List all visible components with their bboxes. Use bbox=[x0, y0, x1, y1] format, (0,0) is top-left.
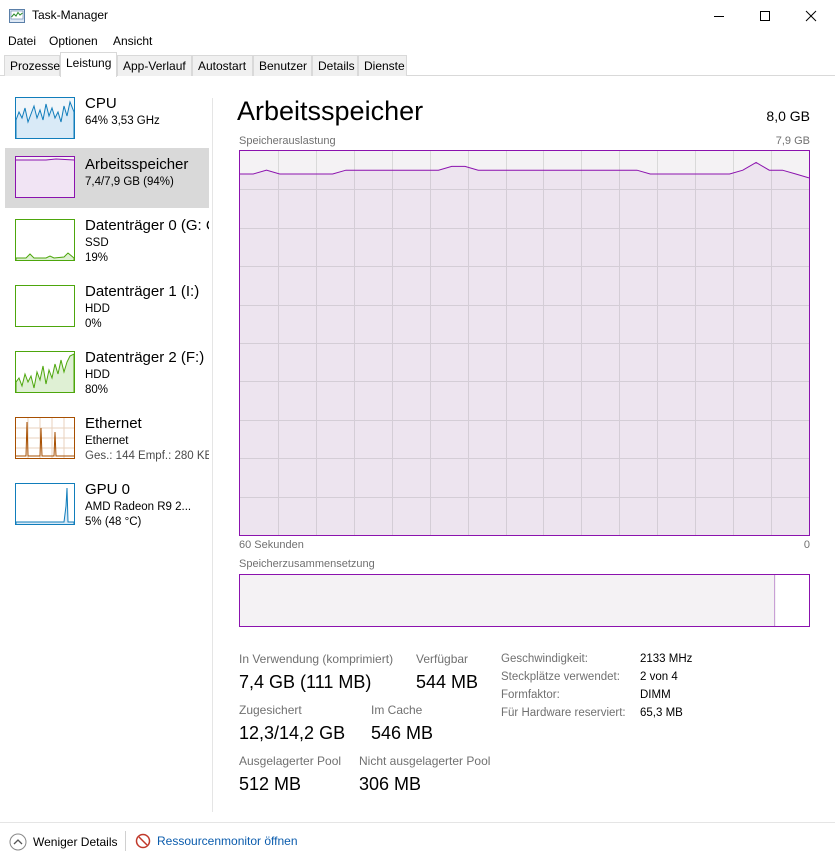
tab-performance[interactable]: Leistung bbox=[60, 52, 117, 77]
nonpaged-pool-value: 306 MB bbox=[359, 774, 422, 794]
speed-label: Geschwindigkeit: bbox=[501, 653, 588, 665]
nonpaged-pool-label: Nicht ausgelagerter Pool bbox=[359, 754, 491, 768]
sidebar-item-title: Ethernet bbox=[85, 415, 142, 432]
sidebar-item-type: HDD bbox=[85, 303, 110, 315]
graph-time-right: 0 bbox=[803, 539, 810, 551]
sidebar-item-memory[interactable]: Arbeitsspeicher 7,4/7,9 GB (94%) bbox=[5, 148, 209, 208]
usage-graph-label: Speicherauslastung bbox=[239, 135, 336, 147]
composition-in-use-segment bbox=[240, 575, 775, 626]
sidebar-item-title: Datenträger 2 (F:) bbox=[85, 349, 205, 366]
sidebar-item-title: Arbeitsspeicher bbox=[85, 156, 189, 173]
tab-services[interactable]: Dienste bbox=[358, 55, 407, 76]
slots-used-label: Steckplätze verwendet: bbox=[501, 671, 620, 683]
sidebar-item-detail: 64% 3,53 GHz bbox=[85, 115, 160, 127]
tab-users[interactable]: Benutzer bbox=[253, 55, 312, 76]
sidebar-item-type: SSD bbox=[85, 237, 109, 249]
sidebar-item-type: HDD bbox=[85, 369, 110, 381]
hardware-reserved-value: 65,3 MB bbox=[640, 707, 683, 719]
sidebar-item-title: CPU bbox=[85, 95, 117, 112]
menu-file[interactable]: Datei bbox=[8, 34, 36, 48]
fewer-details-label: Weniger Details bbox=[33, 835, 118, 849]
sidebar-item-title: Datenträger 1 (I:) bbox=[85, 283, 200, 300]
cached-value: 546 MB bbox=[371, 723, 434, 743]
usage-graph-max: 7,9 GB bbox=[775, 135, 810, 147]
available-label: Verfügbar bbox=[416, 652, 469, 666]
maximize-icon bbox=[760, 11, 770, 21]
tab-strip: Prozesse Leistung App-Verlauf Autostart … bbox=[0, 52, 835, 77]
sidebar-item-detail: 0% bbox=[85, 318, 102, 330]
sidebar-divider bbox=[212, 98, 213, 812]
disk-1-thumbnail-graph bbox=[15, 285, 75, 327]
slots-used-value: 2 von 4 bbox=[640, 671, 678, 683]
form-factor-label: Formfaktor: bbox=[501, 689, 560, 701]
memory-composition-bar[interactable] bbox=[239, 574, 810, 627]
graph-time-left: 60 Sekunden bbox=[239, 539, 304, 551]
ethernet-thumbnail-graph bbox=[15, 417, 75, 459]
sidebar-item-type: AMD Radeon R9 2... bbox=[85, 501, 192, 513]
composition-free-segment bbox=[776, 575, 809, 626]
footer: Weniger Details Ressourcenmonitor öffnen bbox=[0, 822, 835, 858]
total-memory: 8,0 GB bbox=[766, 108, 810, 124]
resource-monitor-label: Ressourcenmonitor öffnen bbox=[157, 834, 298, 848]
chevron-up-icon bbox=[9, 833, 27, 851]
maximize-button[interactable] bbox=[742, 0, 788, 32]
composition-label: Speicherzusammensetzung bbox=[239, 558, 375, 570]
minimize-icon bbox=[714, 16, 724, 17]
committed-label: Zugesichert bbox=[239, 703, 302, 717]
sidebar-item-title: GPU 0 bbox=[85, 481, 131, 498]
resource-monitor-icon bbox=[135, 833, 151, 849]
sidebar-item-detail: Ges.: 144 Empf.: 280 KBit bbox=[85, 450, 209, 462]
sidebar-item-type: Ethernet bbox=[85, 435, 129, 447]
usage-area bbox=[240, 162, 809, 535]
performance-sidebar: CPU 64% 3,53 GHz Arbeitsspeicher 7,4/7,9… bbox=[0, 77, 214, 812]
available-value: 544 MB bbox=[416, 672, 479, 692]
page-title: Arbeitsspeicher bbox=[237, 96, 424, 126]
gpu-thumbnail-graph bbox=[15, 483, 75, 525]
speed-value: 2133 MHz bbox=[640, 653, 693, 665]
cpu-thumbnail-graph bbox=[15, 97, 75, 139]
sidebar-item-detail: 7,4/7,9 GB (94%) bbox=[85, 176, 174, 188]
sidebar-item-disk-0[interactable]: Datenträger 0 (G: C SSD 19% bbox=[5, 217, 209, 277]
menu-options[interactable]: Optionen bbox=[49, 34, 98, 48]
memory-usage-graph bbox=[239, 150, 810, 536]
disk-0-thumbnail-graph bbox=[15, 219, 75, 261]
sidebar-item-detail: 80% bbox=[85, 384, 109, 396]
memory-usage-chart bbox=[240, 151, 810, 535]
sidebar-item-cpu[interactable]: CPU 64% 3,53 GHz bbox=[5, 95, 209, 155]
paged-pool-label: Ausgelagerter Pool bbox=[239, 754, 342, 768]
minimize-button[interactable] bbox=[696, 0, 742, 32]
sidebar-item-ethernet[interactable]: Ethernet Ethernet Ges.: 144 Empf.: 280 K… bbox=[5, 415, 209, 475]
sidebar-item-title: Datenträger 0 (G: C bbox=[85, 217, 209, 234]
close-button[interactable] bbox=[788, 0, 834, 32]
task-manager-icon bbox=[9, 9, 25, 23]
sidebar-item-detail: 19% bbox=[85, 252, 109, 264]
title-bar: Task-Manager bbox=[0, 0, 835, 32]
paged-pool-value: 512 MB bbox=[239, 774, 302, 794]
in-use-label: In Verwendung (komprimiert) bbox=[239, 652, 394, 666]
sidebar-item-gpu-0[interactable]: GPU 0 AMD Radeon R9 2... 5% (48 °C) bbox=[5, 481, 209, 541]
disk-2-thumbnail-graph bbox=[15, 351, 75, 393]
tab-details[interactable]: Details bbox=[312, 55, 358, 76]
memory-thumbnail-graph bbox=[15, 156, 75, 198]
committed-value: 12,3/14,2 GB bbox=[239, 723, 346, 743]
menu-bar: Datei Optionen Ansicht bbox=[0, 32, 835, 52]
in-use-value: 7,4 GB (111 MB) bbox=[239, 672, 372, 692]
hardware-reserved-label: Für Hardware reserviert: bbox=[501, 707, 626, 719]
footer-separator bbox=[125, 831, 126, 851]
close-icon bbox=[805, 10, 817, 22]
cached-label: Im Cache bbox=[371, 703, 423, 717]
sidebar-item-detail: 5% (48 °C) bbox=[85, 516, 142, 528]
tab-app-history[interactable]: App-Verlauf bbox=[117, 55, 192, 76]
menu-view[interactable]: Ansicht bbox=[113, 34, 152, 48]
window-title: Task-Manager bbox=[32, 8, 109, 22]
sidebar-item-disk-1[interactable]: Datenträger 1 (I:) HDD 0% bbox=[5, 283, 209, 343]
fewer-details-button[interactable]: Weniger Details bbox=[9, 833, 117, 851]
sidebar-item-disk-2[interactable]: Datenträger 2 (F:) HDD 80% bbox=[5, 349, 209, 409]
form-factor-value: DIMM bbox=[640, 689, 671, 701]
resource-monitor-link[interactable]: Ressourcenmonitor öffnen bbox=[135, 833, 298, 849]
tab-startup[interactable]: Autostart bbox=[192, 55, 253, 76]
tab-processes[interactable]: Prozesse bbox=[4, 55, 60, 76]
